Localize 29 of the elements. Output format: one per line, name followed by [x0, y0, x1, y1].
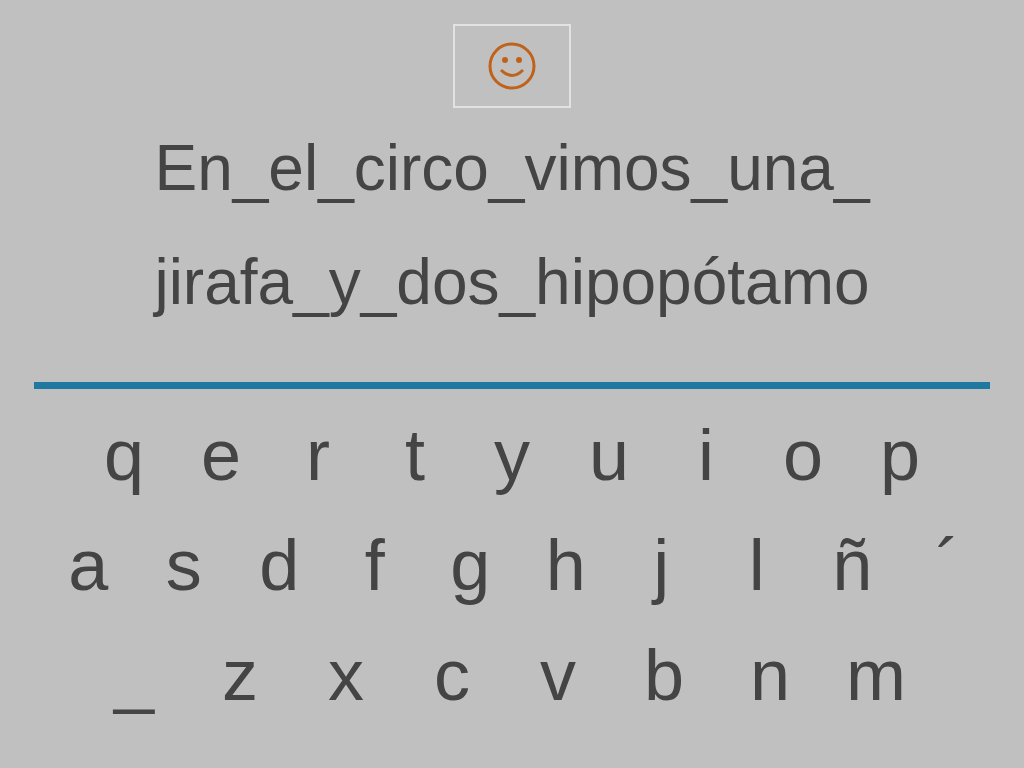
letter-key[interactable]: n: [717, 637, 823, 713]
letter-key[interactable]: c: [399, 637, 505, 713]
letter-key[interactable]: g: [422, 527, 518, 603]
letter-key[interactable]: r: [269, 417, 367, 493]
letter-key[interactable]: a: [40, 527, 136, 603]
letter-key[interactable]: d: [231, 527, 327, 603]
letter-key[interactable]: y: [463, 417, 561, 493]
letter-key[interactable]: ñ: [804, 527, 900, 603]
letter-key[interactable]: l: [709, 527, 805, 603]
letter-key[interactable]: t: [366, 417, 464, 493]
letter-key[interactable]: _: [81, 637, 187, 713]
letter-key[interactable]: p: [851, 417, 949, 493]
letter-key[interactable]: j: [613, 527, 709, 603]
letter-key[interactable]: u: [560, 417, 658, 493]
letter-key[interactable]: i: [657, 417, 755, 493]
letter-key[interactable]: v: [505, 637, 611, 713]
letter-key[interactable]: b: [611, 637, 717, 713]
letter-key[interactable]: m: [823, 637, 929, 713]
letter-key[interactable]: o: [754, 417, 852, 493]
letter-key[interactable]: z: [187, 637, 293, 713]
letter-key[interactable]: q: [75, 417, 173, 493]
letter-key[interactable]: s: [136, 527, 232, 603]
letter-key[interactable]: ´: [900, 527, 996, 603]
letter-key[interactable]: e: [172, 417, 270, 493]
smiley-icon: [487, 41, 537, 91]
smiley-button[interactable]: [453, 24, 571, 108]
letter-key[interactable]: h: [518, 527, 614, 603]
letter-key[interactable]: f: [327, 527, 423, 603]
letter-key[interactable]: x: [293, 637, 399, 713]
